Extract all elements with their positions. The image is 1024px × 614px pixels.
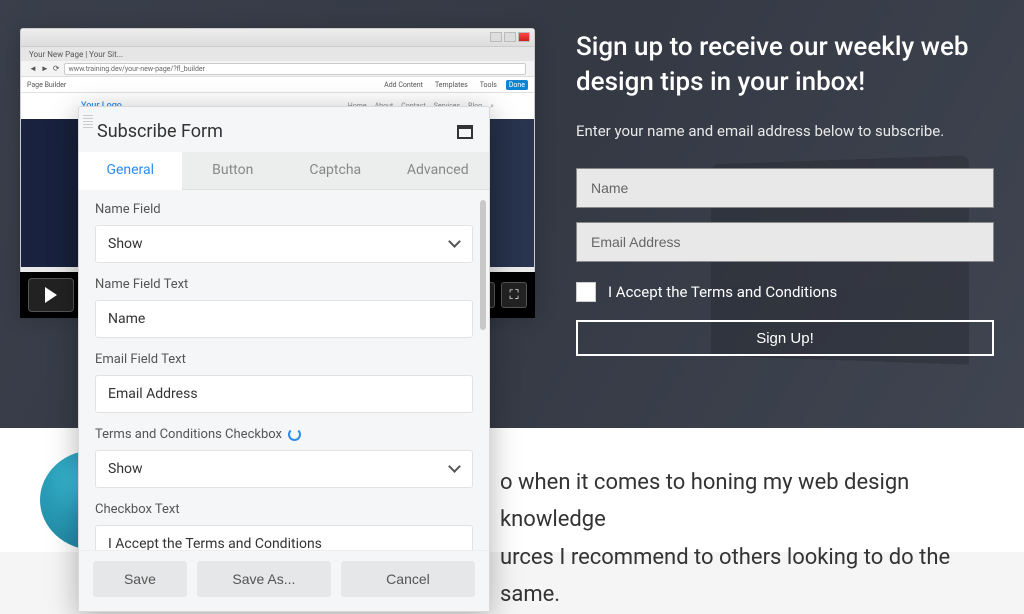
back-icon[interactable]: ◄ — [29, 64, 37, 73]
tools-button[interactable]: Tools — [477, 80, 500, 90]
select-name-field[interactable]: Show — [95, 225, 473, 263]
chevron-down-icon — [450, 239, 460, 249]
chevron-down-icon — [450, 464, 460, 474]
testimonial-text: o when it comes to honing my web design … — [500, 464, 984, 614]
terms-row: I Accept the Terms and Conditions — [576, 282, 994, 302]
fullscreen-icon[interactable]: ⛶ — [501, 282, 527, 308]
label-name-field: Name Field — [95, 202, 473, 217]
signup-button[interactable]: Sign Up! — [576, 320, 994, 356]
browser-tab[interactable]: Your New Page | Your Sit... — [21, 47, 534, 61]
drag-handle-icon[interactable] — [83, 115, 93, 128]
field-email-text: Email Field Text Email Address — [95, 352, 473, 413]
tab-captcha[interactable]: Captcha — [284, 152, 387, 189]
field-name-text: Name Field Text Name — [95, 277, 473, 338]
select-terms-checkbox[interactable]: Show — [95, 450, 473, 488]
reload-icon[interactable]: ⟳ — [53, 64, 60, 73]
panel-body: Name Field Show Name Field Text Name Ema… — [79, 190, 489, 550]
label-name-text: Name Field Text — [95, 277, 473, 292]
tab-button[interactable]: Button — [182, 152, 285, 189]
input-checkbox-text[interactable]: I Accept the Terms and Conditions — [95, 525, 473, 550]
settings-panel: Subscribe Form General Button Captcha Ad… — [78, 106, 490, 612]
hero-subtext: Enter your name and email address below … — [576, 122, 994, 140]
label-email-text: Email Field Text — [95, 352, 473, 367]
cancel-button[interactable]: Cancel — [341, 561, 475, 597]
play-button[interactable] — [28, 278, 74, 312]
field-name-field: Name Field Show — [95, 202, 473, 263]
signup-panel: Sign up to receive our weekly web design… — [576, 30, 994, 356]
panel-footer: Save Save As... Cancel — [79, 550, 489, 611]
tab-advanced[interactable]: Advanced — [387, 152, 490, 189]
add-content-button[interactable]: Add Content — [381, 80, 426, 90]
tab-general[interactable]: General — [79, 152, 182, 190]
save-as-button[interactable]: Save As... — [197, 561, 331, 597]
terms-label: I Accept the Terms and Conditions — [608, 283, 837, 301]
field-terms-checkbox: Terms and Conditions Checkbox Show — [95, 427, 473, 488]
panel-tabs: General Button Captcha Advanced — [79, 152, 489, 190]
panel-header: Subscribe Form — [79, 107, 489, 152]
name-input[interactable] — [576, 168, 994, 208]
forward-icon[interactable]: ► — [41, 64, 49, 73]
panel-title: Subscribe Form — [97, 121, 223, 142]
save-button[interactable]: Save — [93, 561, 187, 597]
window-mode-icon[interactable] — [457, 125, 473, 139]
done-button[interactable]: Done — [506, 80, 528, 90]
hero-heading: Sign up to receive our weekly web design… — [576, 30, 994, 100]
loading-spinner-icon — [288, 428, 301, 441]
label-checkbox-text: Checkbox Text — [95, 502, 473, 517]
page-builder-bar: Page Builder Add Content Templates Tools… — [21, 77, 534, 93]
label-terms-checkbox: Terms and Conditions Checkbox — [95, 427, 473, 442]
terms-checkbox[interactable] — [576, 282, 596, 302]
search-icon[interactable]: ⌕ — [490, 102, 494, 111]
page-builder-label: Page Builder — [27, 81, 66, 89]
address-bar[interactable]: www.training.dev/your-new-page/?fl_build… — [64, 63, 526, 75]
window-titlebar — [21, 29, 534, 47]
templates-button[interactable]: Templates — [432, 80, 471, 90]
input-email-text[interactable]: Email Address — [95, 375, 473, 413]
field-checkbox-text: Checkbox Text I Accept the Terms and Con… — [95, 502, 473, 550]
input-name-text[interactable]: Name — [95, 300, 473, 338]
scrollbar[interactable] — [480, 200, 486, 330]
email-input[interactable] — [576, 222, 994, 262]
address-bar-row: ◄ ► ⟳ www.training.dev/your-new-page/?fl… — [21, 61, 534, 77]
window-controls[interactable] — [490, 32, 530, 42]
